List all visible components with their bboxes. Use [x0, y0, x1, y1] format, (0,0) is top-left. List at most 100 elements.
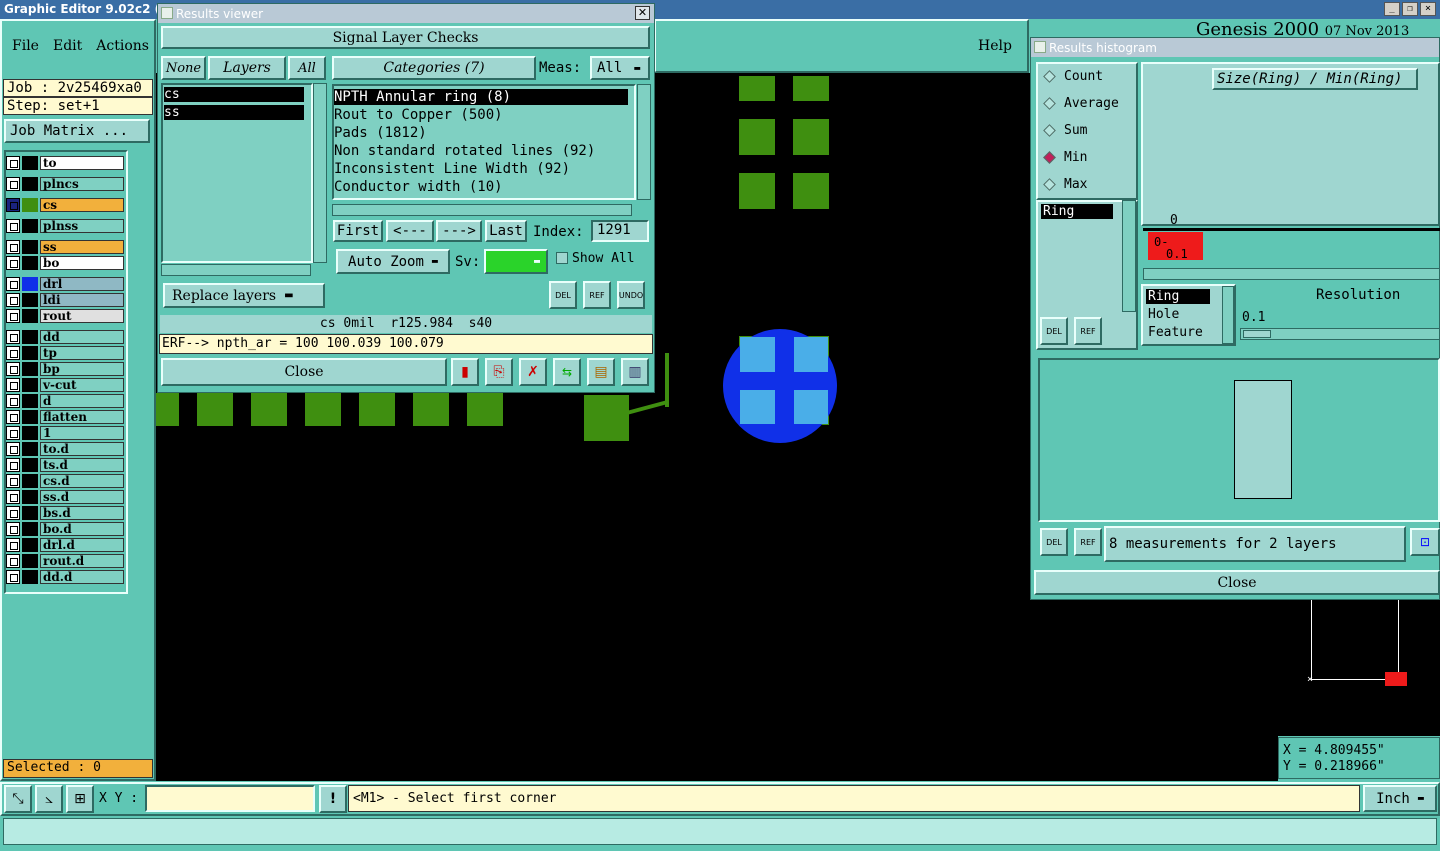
layer-row-bp[interactable]: bp: [6, 361, 124, 376]
category-item[interactable]: NPTH Annular ring (8): [334, 89, 628, 105]
radio-diamond-icon[interactable]: [1043, 178, 1056, 191]
type-list-item[interactable]: Ring: [1146, 289, 1210, 304]
measure-list-item[interactable]: Ring: [1041, 204, 1113, 219]
layer-checkbox[interactable]: [6, 489, 20, 504]
help-menu[interactable]: Help: [978, 38, 1012, 54]
layer-row-ss.d[interactable]: ss.d: [6, 489, 124, 504]
compare-icon[interactable]: ⇆: [553, 358, 581, 386]
layer-checkbox[interactable]: [6, 345, 20, 360]
layer-result-item[interactable]: cs: [164, 87, 304, 102]
category-item[interactable]: Inconsistent Line Width (92): [334, 161, 628, 177]
unit-select[interactable]: Inch ▬: [1363, 785, 1437, 812]
layer-checkbox[interactable]: [6, 361, 20, 376]
resolution-slider[interactable]: [1240, 328, 1440, 340]
zoom-fit-icon[interactable]: ⊡: [1410, 528, 1440, 556]
layer-name[interactable]: bo.d: [40, 521, 124, 536]
ref-icon[interactable]: REF: [583, 281, 611, 309]
layer-checkbox[interactable]: [6, 197, 20, 212]
minimize-icon[interactable]: _: [1384, 2, 1400, 16]
layer-row-dd.d[interactable]: dd.d: [6, 569, 124, 584]
mode-radio-sum[interactable]: Sum: [1043, 123, 1087, 138]
layer-row-drl.d[interactable]: drl.d: [6, 537, 124, 552]
layer-row-plnss[interactable]: plnss: [6, 218, 124, 233]
layer-row-ss[interactable]: ss: [6, 239, 124, 254]
layer-row-drl[interactable]: drl: [6, 276, 124, 291]
layer-name[interactable]: ts.d: [40, 457, 124, 472]
zoom-window-icon[interactable]: ⤡: [4, 785, 32, 813]
mode-radio-min[interactable]: Min: [1043, 150, 1087, 165]
layer-row-tp[interactable]: tp: [6, 345, 124, 360]
results-close-button[interactable]: Close: [161, 358, 447, 386]
show-all-checkbox[interactable]: [556, 252, 568, 264]
layer-checkbox[interactable]: [6, 553, 20, 568]
layer-checkbox[interactable]: [6, 473, 20, 488]
layer-list-scrollbar[interactable]: [313, 83, 327, 263]
layer-row-bs.d[interactable]: bs.d: [6, 505, 124, 520]
layer-checkbox[interactable]: [6, 569, 20, 584]
layer-name[interactable]: plnss: [40, 218, 124, 233]
layer-checkbox[interactable]: [6, 409, 20, 424]
layer-name[interactable]: 1: [40, 425, 124, 440]
layer-checkbox[interactable]: [6, 255, 20, 270]
layer-row-rout.d[interactable]: rout.d: [6, 553, 124, 568]
layer-checkbox[interactable]: [6, 393, 20, 408]
radio-diamond-icon[interactable]: [1043, 124, 1056, 137]
layer-row-v-cut[interactable]: v-cut: [6, 377, 124, 392]
layer-row-d[interactable]: d: [6, 393, 124, 408]
close-icon[interactable]: ×: [1420, 2, 1436, 16]
sv-color-select[interactable]: ▬: [484, 249, 548, 274]
category-list-scrollbar[interactable]: [637, 84, 651, 200]
histogram-icon[interactable]: ▥: [621, 358, 649, 386]
meas-select[interactable]: All ▬: [590, 56, 650, 80]
layer-name[interactable]: rout.d: [40, 553, 124, 568]
snap-icon[interactable]: ⦣: [35, 785, 63, 813]
category-item[interactable]: Pads (1812): [334, 125, 628, 141]
menu-edit[interactable]: Edit: [53, 38, 82, 54]
layer-row-to.d[interactable]: to.d: [6, 441, 124, 456]
auto-zoom-select[interactable]: Auto Zoom ▬: [336, 249, 450, 274]
layer-row-ldi[interactable]: ldi: [6, 292, 124, 307]
layer-name[interactable]: tp: [40, 345, 124, 360]
layer-name[interactable]: to: [40, 155, 124, 170]
radio-diamond-icon[interactable]: [1043, 97, 1056, 110]
layer-name[interactable]: dd.d: [40, 569, 124, 584]
layer-name[interactable]: to.d: [40, 441, 124, 456]
measure-list-scrollbar[interactable]: [1122, 200, 1136, 312]
layer-name[interactable]: ldi: [40, 292, 124, 307]
ref-icon[interactable]: REF: [1074, 528, 1102, 556]
del-icon[interactable]: DEL: [1040, 528, 1068, 556]
layer-checkbox[interactable]: [6, 457, 20, 472]
type-list-scrollbar[interactable]: [1222, 286, 1234, 344]
layer-name[interactable]: drl: [40, 276, 124, 291]
undo-icon[interactable]: UNDO: [617, 281, 645, 309]
layer-checkbox[interactable]: [6, 176, 20, 191]
layer-row-1[interactable]: 1: [6, 425, 124, 440]
layer-list-hscroll[interactable]: [161, 264, 311, 276]
close-icon[interactable]: ✕: [635, 6, 650, 20]
layer-checkbox[interactable]: [6, 505, 20, 520]
mini-map[interactable]: ×: [1278, 600, 1440, 736]
radio-diamond-icon[interactable]: [1043, 70, 1056, 83]
next-button[interactable]: --->: [436, 220, 482, 242]
category-item[interactable]: Rout to Copper (500): [334, 107, 628, 123]
none-button[interactable]: None: [161, 56, 206, 80]
histogram-close-button[interactable]: Close: [1034, 570, 1440, 595]
layer-name[interactable]: d: [40, 393, 124, 408]
layer-checkbox[interactable]: [6, 276, 20, 291]
menu-actions[interactable]: Actions: [96, 38, 149, 54]
layer-row-to[interactable]: to: [6, 155, 124, 170]
layer-checkbox[interactable]: [6, 377, 20, 392]
category-item[interactable]: Non standard rotated lines (92): [334, 143, 628, 159]
ref-icon[interactable]: REF: [1074, 317, 1102, 345]
categories-button[interactable]: Categories (7): [332, 56, 536, 80]
layer-name[interactable]: bp: [40, 361, 124, 376]
histogram-hscroll[interactable]: [1143, 268, 1440, 280]
layer-name[interactable]: cs.d: [40, 473, 124, 488]
layer-name[interactable]: flatten: [40, 409, 124, 424]
layer-name[interactable]: plncs: [40, 176, 124, 191]
layer-row-flatten[interactable]: flatten: [6, 409, 124, 424]
layer-checkbox[interactable]: [6, 425, 20, 440]
clear-ref-icon[interactable]: ✗: [519, 358, 547, 386]
window-controls[interactable]: _ ❐ ×: [1384, 2, 1436, 16]
del-icon[interactable]: DEL: [549, 281, 577, 309]
